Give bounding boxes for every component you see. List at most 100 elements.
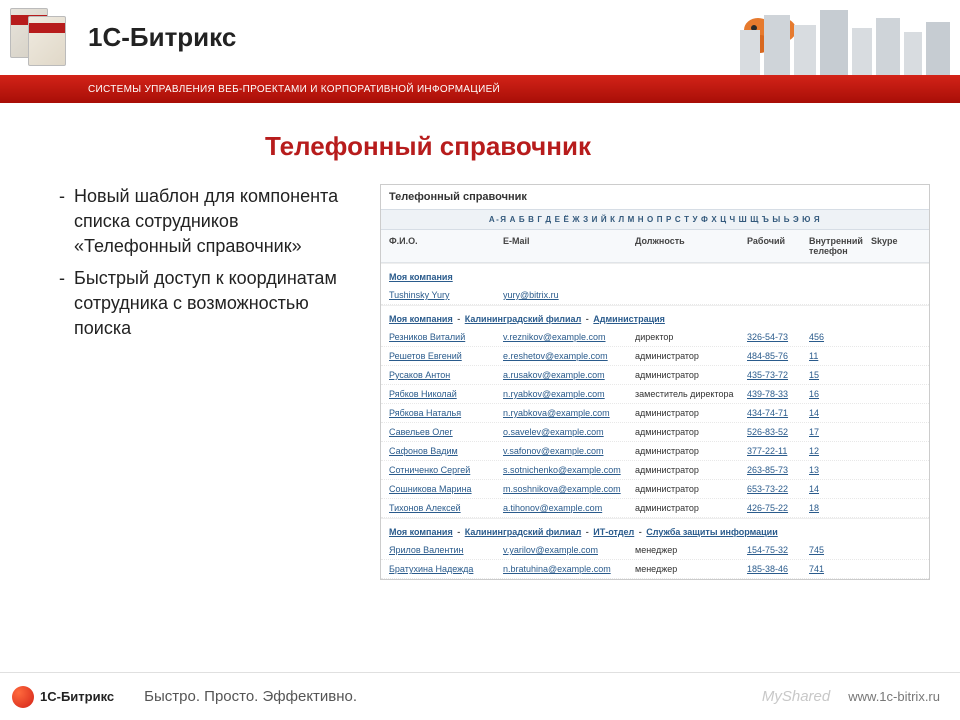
person-link[interactable]: Tushinsky Yury: [389, 290, 450, 300]
person-link[interactable]: Сошникова Марина: [389, 484, 472, 494]
phone-link[interactable]: 377-22-11: [747, 446, 787, 456]
email-link[interactable]: v.reznikov@example.com: [503, 332, 606, 342]
alpha-letter[interactable]: О: [647, 215, 655, 224]
phone-link[interactable]: 435-73-72: [747, 370, 788, 380]
breadcrumb-link[interactable]: Служба защиты информации: [646, 527, 777, 537]
slide-content: Телефонный справочник -Новый шаблон для …: [0, 103, 960, 590]
alpha-letter[interactable]: Е: [555, 215, 562, 224]
email-link[interactable]: v.safonov@example.com: [503, 446, 604, 456]
alpha-filter[interactable]: А-ЯАБВГДЕЁЖЗИЙКЛМНОПРСТУФХЦЧШЩЪЫЬЭЮЯ: [381, 209, 929, 230]
ext-link[interactable]: 15: [809, 370, 819, 380]
breadcrumb-link[interactable]: Моя компания: [389, 527, 453, 537]
phone-link[interactable]: 326-54-73: [747, 332, 788, 342]
person-link[interactable]: Савельев Олег: [389, 427, 453, 437]
ext-link[interactable]: 14: [809, 408, 819, 418]
breadcrumb-link[interactable]: Администрация: [593, 314, 665, 324]
alpha-letter[interactable]: Я: [814, 215, 821, 224]
alpha-letter[interactable]: Л: [618, 215, 625, 224]
alpha-letter[interactable]: К: [610, 215, 616, 224]
person-link[interactable]: Братухина Надежда: [389, 564, 473, 574]
breadcrumb-link[interactable]: Калининградский филиал: [465, 314, 582, 324]
group-header: Моя компания: [381, 263, 929, 286]
person-link[interactable]: Решетов Евгений: [389, 351, 462, 361]
alpha-letter[interactable]: Ь: [784, 215, 791, 224]
alpha-letter[interactable]: А: [510, 215, 517, 224]
email-link[interactable]: yury@bitrix.ru: [503, 290, 559, 300]
email-link[interactable]: n.ryabkova@example.com: [503, 408, 610, 418]
alpha-letter[interactable]: М: [628, 215, 636, 224]
alpha-letter[interactable]: Г: [537, 215, 543, 224]
breadcrumb-link[interactable]: Моя компания: [389, 272, 453, 282]
table-header: Ф.И.О. E-Mail Должность Рабочий Внутренн…: [381, 230, 929, 263]
alpha-letter[interactable]: Б: [519, 215, 526, 224]
ext-link[interactable]: 17: [809, 427, 819, 437]
person-link[interactable]: Сотниченко Сергей: [389, 465, 470, 475]
ext-link[interactable]: 13: [809, 465, 819, 475]
phone-link[interactable]: 185-38-46: [747, 564, 788, 574]
breadcrumb-link[interactable]: ИТ-отдел: [593, 527, 634, 537]
alpha-letter[interactable]: Н: [638, 215, 645, 224]
alpha-letter[interactable]: Ц: [720, 215, 727, 224]
alpha-letter[interactable]: Д: [545, 215, 552, 224]
table-row: Ярилов Валентинv.yarilov@example.comмене…: [381, 541, 929, 560]
person-link[interactable]: Сафонов Вадим: [389, 446, 458, 456]
alpha-letter[interactable]: С: [675, 215, 682, 224]
email-link[interactable]: s.sotnichenko@example.com: [503, 465, 621, 475]
ext-link[interactable]: 16: [809, 389, 819, 399]
ext-link[interactable]: 456: [809, 332, 824, 342]
person-link[interactable]: Резников Виталий: [389, 332, 465, 342]
email-link[interactable]: v.yarilov@example.com: [503, 545, 598, 555]
person-link[interactable]: Ярилов Валентин: [389, 545, 464, 555]
alpha-letter[interactable]: Ч: [730, 215, 737, 224]
alpha-letter[interactable]: А-Я: [489, 215, 508, 224]
email-link[interactable]: n.bratuhina@example.com: [503, 564, 611, 574]
alpha-letter[interactable]: Й: [601, 215, 608, 224]
alpha-letter[interactable]: З: [583, 215, 590, 224]
alpha-letter[interactable]: В: [528, 215, 535, 224]
phone-link[interactable]: 439-78-33: [747, 389, 788, 399]
alpha-letter[interactable]: Щ: [750, 215, 760, 224]
person-link[interactable]: Русаков Антон: [389, 370, 450, 380]
alpha-letter[interactable]: Ф: [701, 215, 709, 224]
alpha-letter[interactable]: П: [657, 215, 664, 224]
ext-link[interactable]: 745: [809, 545, 824, 555]
alpha-letter[interactable]: У: [693, 215, 699, 224]
phone-link[interactable]: 526-83-52: [747, 427, 788, 437]
alpha-letter[interactable]: Ы: [772, 215, 781, 224]
phone-link[interactable]: 653-73-22: [747, 484, 788, 494]
ext-link[interactable]: 18: [809, 503, 819, 513]
email-link[interactable]: m.soshnikova@example.com: [503, 484, 621, 494]
phone-link[interactable]: 154-75-32: [747, 545, 788, 555]
alpha-letter[interactable]: Ё: [563, 215, 570, 224]
alpha-letter[interactable]: Х: [711, 215, 718, 224]
person-link[interactable]: Рябкова Наталья: [389, 408, 461, 418]
alpha-letter[interactable]: Э: [793, 215, 800, 224]
email-link[interactable]: n.ryabkov@example.com: [503, 389, 605, 399]
alpha-letter[interactable]: И: [592, 215, 599, 224]
ext-link[interactable]: 14: [809, 484, 819, 494]
email-link[interactable]: a.tihonov@example.com: [503, 503, 602, 513]
person-link[interactable]: Тихонов Алексей: [389, 503, 461, 513]
ext-link[interactable]: 11: [809, 351, 818, 361]
breadcrumb-link[interactable]: Калининградский филиал: [465, 527, 582, 537]
email-link[interactable]: e.reshetov@example.com: [503, 351, 608, 361]
alpha-letter[interactable]: Ж: [572, 215, 581, 224]
skype-cell: [871, 427, 911, 437]
person-link[interactable]: Рябков Николай: [389, 389, 457, 399]
alpha-letter[interactable]: Ю: [802, 215, 812, 224]
phone-link[interactable]: 426-75-22: [747, 503, 788, 513]
alpha-letter[interactable]: Т: [684, 215, 690, 224]
email-link[interactable]: a.rusakov@example.com: [503, 370, 605, 380]
alpha-letter[interactable]: Ъ: [762, 215, 770, 224]
alpha-letter[interactable]: Р: [666, 215, 673, 224]
group-header: Моя компания - Калининградский филиал - …: [381, 518, 929, 541]
phone-link[interactable]: 484-85-76: [747, 351, 788, 361]
breadcrumb-link[interactable]: Моя компания: [389, 314, 453, 324]
ext-link[interactable]: 741: [809, 564, 824, 574]
alpha-letter[interactable]: Ш: [739, 215, 749, 224]
phone-link[interactable]: 434-74-71: [747, 408, 788, 418]
email-link[interactable]: o.savelev@example.com: [503, 427, 604, 437]
phone-link[interactable]: 263-85-73: [747, 465, 788, 475]
ext-link[interactable]: 12: [809, 446, 819, 456]
role-cell: директор: [635, 332, 747, 342]
